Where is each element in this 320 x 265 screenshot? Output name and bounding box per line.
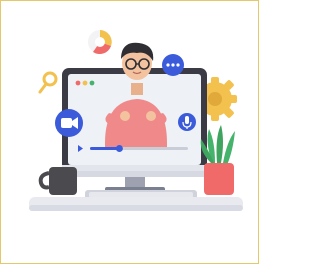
plant-pot bbox=[204, 163, 234, 195]
magnifier-icon bbox=[38, 71, 58, 94]
pie-chart-icon bbox=[88, 30, 112, 55]
mug bbox=[38, 167, 77, 195]
window-dots bbox=[75, 80, 95, 86]
microphone-icon bbox=[178, 113, 196, 131]
video-camera-icon bbox=[55, 109, 83, 137]
chat-bubble-icon bbox=[162, 54, 184, 76]
desk bbox=[29, 197, 243, 211]
illustration-frame bbox=[0, 0, 259, 264]
video-call-illustration bbox=[29, 30, 243, 211]
